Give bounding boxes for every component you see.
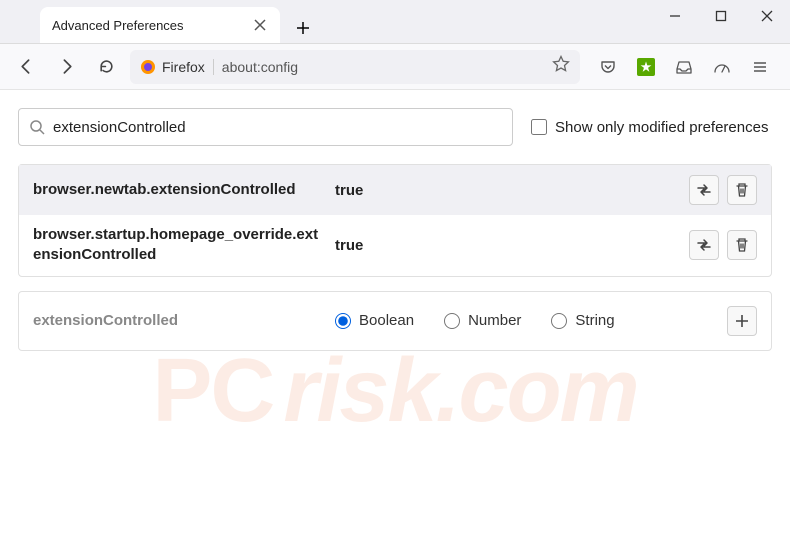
bookmark-star-icon[interactable]	[552, 55, 570, 78]
url-text: about:config	[222, 59, 544, 75]
new-tab-button[interactable]	[288, 13, 318, 43]
search-input[interactable]	[53, 119, 502, 136]
show-modified-label: Show only modified preferences	[555, 119, 768, 136]
radio-label: String	[575, 312, 614, 329]
toggle-button[interactable]	[689, 230, 719, 260]
firefox-label: Firefox	[162, 59, 205, 75]
window-maximize-button[interactable]	[698, 0, 744, 32]
tab-title: Advanced Preferences	[52, 18, 244, 33]
firefox-icon	[140, 59, 156, 75]
toggle-button[interactable]	[689, 175, 719, 205]
results-table: browser.newtab.extensionControlled true …	[18, 164, 772, 277]
firefox-badge: Firefox	[140, 59, 214, 75]
pocket-icon[interactable]	[594, 53, 622, 81]
inbox-icon[interactable]	[670, 53, 698, 81]
search-box[interactable]	[18, 108, 513, 146]
type-number-radio[interactable]: Number	[444, 312, 521, 329]
hamburger-menu-icon[interactable]	[746, 53, 774, 81]
pref-row: browser.newtab.extensionControlled true	[19, 165, 771, 215]
add-pref-button[interactable]	[727, 306, 757, 336]
radio-input[interactable]	[551, 313, 567, 329]
search-icon	[29, 119, 45, 135]
forward-button[interactable]	[50, 51, 82, 83]
close-tab-icon[interactable]	[252, 17, 268, 33]
window-close-button[interactable]	[744, 0, 790, 32]
delete-button[interactable]	[727, 175, 757, 205]
browser-tab[interactable]: Advanced Preferences	[40, 7, 280, 43]
back-button[interactable]	[10, 51, 42, 83]
radio-input[interactable]	[335, 313, 351, 329]
reload-button[interactable]	[90, 51, 122, 83]
pref-value: true	[335, 237, 677, 254]
pref-name: browser.newtab.extensionControlled	[33, 180, 323, 200]
pref-value: true	[335, 182, 677, 199]
type-boolean-radio[interactable]: Boolean	[335, 312, 414, 329]
radio-input[interactable]	[444, 313, 460, 329]
show-modified-checkbox[interactable]	[531, 119, 547, 135]
delete-button[interactable]	[727, 230, 757, 260]
pref-row: browser.startup.homepage_override.extens…	[19, 215, 771, 276]
speed-icon[interactable]	[708, 53, 736, 81]
type-string-radio[interactable]: String	[551, 312, 614, 329]
url-bar[interactable]: Firefox about:config	[130, 50, 580, 84]
extension-icon[interactable]: ★	[632, 53, 660, 81]
radio-label: Boolean	[359, 312, 414, 329]
new-pref-row: extensionControlled Boolean Number Strin…	[18, 291, 772, 351]
window-minimize-button[interactable]	[652, 0, 698, 32]
new-pref-name: extensionControlled	[33, 312, 323, 329]
pref-name: browser.startup.homepage_override.extens…	[33, 225, 323, 266]
radio-label: Number	[468, 312, 521, 329]
